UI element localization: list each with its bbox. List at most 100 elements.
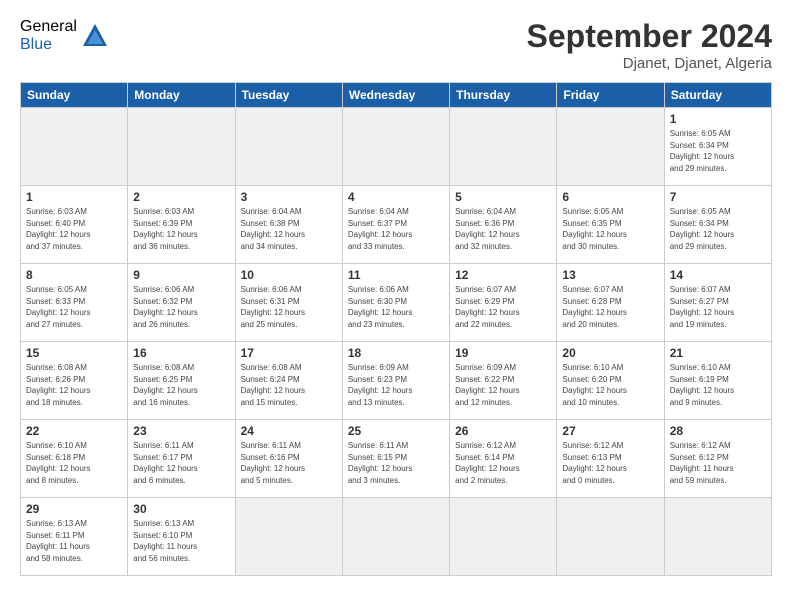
day-info: Sunrise: 6:10 AMSunset: 6:20 PMDaylight:… bbox=[562, 363, 626, 407]
day-number: 9 bbox=[133, 268, 229, 282]
calendar-day: 15Sunrise: 6:08 AMSunset: 6:26 PMDayligh… bbox=[21, 342, 128, 420]
day-info: Sunrise: 6:03 AMSunset: 6:39 PMDaylight:… bbox=[133, 207, 197, 251]
calendar-week-row: 8 Sunrise: 6:05 AMSunset: 6:33 PMDaylight… bbox=[21, 264, 772, 342]
day-info: Sunrise: 6:09 AMSunset: 6:22 PMDaylight:… bbox=[455, 363, 519, 407]
day-info: Sunrise: 6:11 AMSunset: 6:15 PMDaylight:… bbox=[348, 441, 412, 485]
day-info: Sunrise: 6:05 AMSunset: 6:35 PMDaylight:… bbox=[562, 207, 626, 251]
calendar-day-empty bbox=[450, 498, 557, 576]
calendar-day-header: Wednesday bbox=[342, 83, 449, 108]
day-info: Sunrise: 6:07 AMSunset: 6:28 PMDaylight:… bbox=[562, 285, 626, 329]
logo: General Blue bbox=[20, 18, 109, 54]
calendar-day: 11 Sunrise: 6:06 AMSunset: 6:30 PMDayligh… bbox=[342, 264, 449, 342]
day-info: Sunrise: 6:12 AMSunset: 6:12 PMDaylight:… bbox=[670, 441, 734, 485]
day-info: Sunrise: 6:08 AMSunset: 6:24 PMDaylight:… bbox=[241, 363, 305, 407]
calendar-week-row: 29 Sunrise: 6:13 AMSunset: 6:11 PMDayligh… bbox=[21, 498, 772, 576]
day-number: 14 bbox=[670, 268, 766, 282]
day-number: 13 bbox=[562, 268, 658, 282]
calendar-day: 19 Sunrise: 6:09 AMSunset: 6:22 PMDayligh… bbox=[450, 342, 557, 420]
day-info: Sunrise: 6:05 AMSunset: 6:34 PMDaylight:… bbox=[670, 129, 734, 173]
calendar-day: 23Sunrise: 6:11 AMSunset: 6:17 PMDayligh… bbox=[128, 420, 235, 498]
title-block: September 2024 Djanet, Djanet, Algeria bbox=[527, 18, 772, 72]
calendar-day: 3 Sunrise: 6:04 AMSunset: 6:38 PMDaylight… bbox=[235, 186, 342, 264]
calendar-day: 14 Sunrise: 6:07 AMSunset: 6:27 PMDayligh… bbox=[664, 264, 771, 342]
day-number: 24 bbox=[241, 424, 337, 438]
day-number: 20 bbox=[562, 346, 658, 360]
calendar-day-header: Monday bbox=[128, 83, 235, 108]
calendar-day: 13 Sunrise: 6:07 AMSunset: 6:28 PMDayligh… bbox=[557, 264, 664, 342]
day-info: Sunrise: 6:12 AMSunset: 6:13 PMDaylight:… bbox=[562, 441, 626, 485]
day-info: Sunrise: 6:04 AMSunset: 6:36 PMDaylight:… bbox=[455, 207, 519, 251]
logo-icon bbox=[81, 22, 109, 50]
calendar-day: 26Sunrise: 6:12 AMSunset: 6:14 PMDayligh… bbox=[450, 420, 557, 498]
day-info: Sunrise: 6:06 AMSunset: 6:30 PMDaylight:… bbox=[348, 285, 412, 329]
calendar-day-empty bbox=[450, 108, 557, 186]
day-info: Sunrise: 6:04 AMSunset: 6:38 PMDaylight:… bbox=[241, 207, 305, 251]
day-info: Sunrise: 6:11 AMSunset: 6:16 PMDaylight:… bbox=[241, 441, 305, 485]
day-info: Sunrise: 6:07 AMSunset: 6:29 PMDaylight:… bbox=[455, 285, 519, 329]
calendar-week-row: 1 Sunrise: 6:05 AMSunset: 6:34 PMDaylight… bbox=[21, 108, 772, 186]
calendar-day-empty bbox=[342, 108, 449, 186]
calendar-day: 7 Sunrise: 6:05 AMSunset: 6:34 PMDaylight… bbox=[664, 186, 771, 264]
day-info: Sunrise: 6:09 AMSunset: 6:23 PMDaylight:… bbox=[348, 363, 412, 407]
day-number: 17 bbox=[241, 346, 337, 360]
calendar-day-empty bbox=[235, 498, 342, 576]
day-number: 28 bbox=[670, 424, 766, 438]
day-number: 21 bbox=[670, 346, 766, 360]
day-number: 8 bbox=[26, 268, 122, 282]
calendar-table: SundayMondayTuesdayWednesdayThursdayFrid… bbox=[20, 82, 772, 576]
day-number: 1 bbox=[670, 112, 766, 126]
day-number: 25 bbox=[348, 424, 444, 438]
day-number: 27 bbox=[562, 424, 658, 438]
calendar-day: 4Sunrise: 6:04 AMSunset: 6:37 PMDaylight… bbox=[342, 186, 449, 264]
day-number: 7 bbox=[670, 190, 766, 204]
day-info: Sunrise: 6:10 AMSunset: 6:19 PMDaylight:… bbox=[670, 363, 734, 407]
day-number: 6 bbox=[562, 190, 658, 204]
day-number: 26 bbox=[455, 424, 551, 438]
calendar-day: 9Sunrise: 6:06 AMSunset: 6:32 PMDaylight… bbox=[128, 264, 235, 342]
day-number: 30 bbox=[133, 502, 229, 516]
calendar-day-empty bbox=[342, 498, 449, 576]
calendar-day-empty bbox=[557, 498, 664, 576]
calendar-day: 1 Sunrise: 6:05 AMSunset: 6:34 PMDaylight… bbox=[664, 108, 771, 186]
day-info: Sunrise: 6:04 AMSunset: 6:37 PMDaylight:… bbox=[348, 207, 412, 251]
calendar-day-empty bbox=[557, 108, 664, 186]
day-number: 19 bbox=[455, 346, 551, 360]
day-info: Sunrise: 6:03 AMSunset: 6:40 PMDaylight:… bbox=[26, 207, 90, 251]
day-info: Sunrise: 6:05 AMSunset: 6:33 PMDaylight:… bbox=[26, 285, 90, 329]
day-info: Sunrise: 6:07 AMSunset: 6:27 PMDaylight:… bbox=[670, 285, 734, 329]
day-number: 22 bbox=[26, 424, 122, 438]
calendar-day: 27 Sunrise: 6:12 AMSunset: 6:13 PMDayligh… bbox=[557, 420, 664, 498]
day-number: 11 bbox=[348, 268, 444, 282]
calendar-day: 8 Sunrise: 6:05 AMSunset: 6:33 PMDaylight… bbox=[21, 264, 128, 342]
day-info: Sunrise: 6:06 AMSunset: 6:31 PMDaylight:… bbox=[241, 285, 305, 329]
day-number: 23 bbox=[133, 424, 229, 438]
calendar-day: 1Sunrise: 6:03 AMSunset: 6:40 PMDaylight… bbox=[21, 186, 128, 264]
calendar-day: 2 Sunrise: 6:03 AMSunset: 6:39 PMDaylight… bbox=[128, 186, 235, 264]
main-title: September 2024 bbox=[527, 18, 772, 55]
calendar-week-row: 22 Sunrise: 6:10 AMSunset: 6:18 PMDayligh… bbox=[21, 420, 772, 498]
calendar-day-header: Thursday bbox=[450, 83, 557, 108]
calendar-day: 12 Sunrise: 6:07 AMSunset: 6:29 PMDayligh… bbox=[450, 264, 557, 342]
calendar-day: 6 Sunrise: 6:05 AMSunset: 6:35 PMDaylight… bbox=[557, 186, 664, 264]
day-number: 29 bbox=[26, 502, 122, 516]
calendar-day: 10Sunrise: 6:06 AMSunset: 6:31 PMDayligh… bbox=[235, 264, 342, 342]
calendar-header-row: SundayMondayTuesdayWednesdayThursdayFrid… bbox=[21, 83, 772, 108]
day-info: Sunrise: 6:13 AMSunset: 6:11 PMDaylight:… bbox=[26, 519, 90, 563]
calendar-day: 24 Sunrise: 6:11 AMSunset: 6:16 PMDayligh… bbox=[235, 420, 342, 498]
header: General Blue September 2024 Djanet, Djan… bbox=[20, 18, 772, 72]
calendar-day-header: Sunday bbox=[21, 83, 128, 108]
day-info: Sunrise: 6:10 AMSunset: 6:18 PMDaylight:… bbox=[26, 441, 90, 485]
logo-general-text: General bbox=[20, 18, 77, 36]
calendar-day-header: Friday bbox=[557, 83, 664, 108]
day-info: Sunrise: 6:05 AMSunset: 6:34 PMDaylight:… bbox=[670, 207, 734, 251]
day-info: Sunrise: 6:13 AMSunset: 6:10 PMDaylight:… bbox=[133, 519, 197, 563]
day-number: 3 bbox=[241, 190, 337, 204]
day-number: 18 bbox=[348, 346, 444, 360]
calendar-day-header: Tuesday bbox=[235, 83, 342, 108]
calendar-day: 22 Sunrise: 6:10 AMSunset: 6:18 PMDayligh… bbox=[21, 420, 128, 498]
day-number: 15 bbox=[26, 346, 122, 360]
day-number: 2 bbox=[133, 190, 229, 204]
day-info: Sunrise: 6:08 AMSunset: 6:25 PMDaylight:… bbox=[133, 363, 197, 407]
day-number: 12 bbox=[455, 268, 551, 282]
calendar-day: 28 Sunrise: 6:12 AMSunset: 6:12 PMDayligh… bbox=[664, 420, 771, 498]
